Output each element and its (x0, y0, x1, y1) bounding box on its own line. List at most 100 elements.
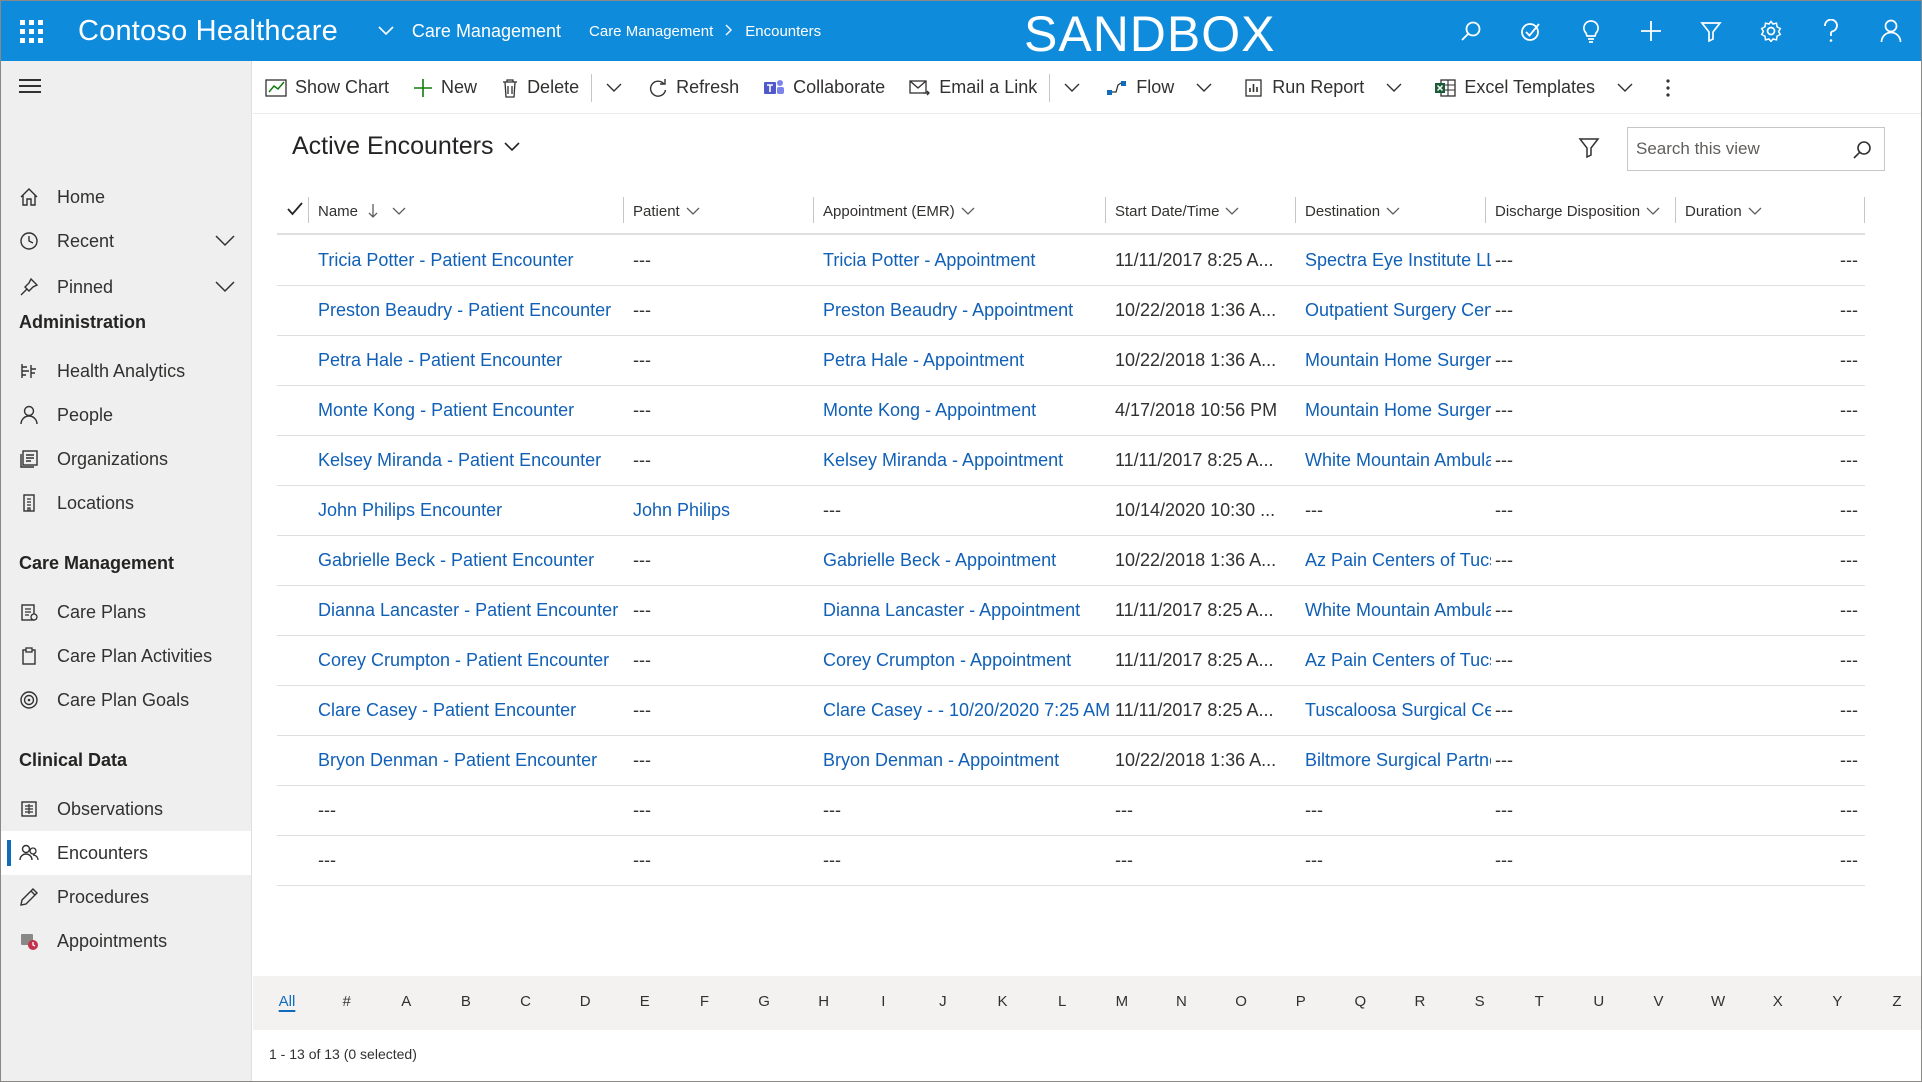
sidebar-item-recent[interactable]: Recent (1, 219, 251, 263)
cell-name[interactable]: Bryon Denman - Patient Encounter (318, 736, 618, 785)
jump-letter-h[interactable]: H (812, 993, 836, 1010)
jump-letter-j[interactable]: J (931, 993, 955, 1010)
table-row[interactable]: Clare Casey - Patient Encounter --- Clare … (277, 686, 1865, 736)
refresh-button[interactable]: Refresh (636, 62, 751, 114)
sidebar-item-procedures[interactable]: Procedures (1, 875, 251, 919)
jump-letter-w[interactable]: W (1706, 993, 1730, 1010)
sidebar-item-care-plan-activities[interactable]: Care Plan Activities (1, 634, 251, 678)
cell-name[interactable]: John Philips Encounter (318, 486, 618, 535)
cell-appointment[interactable]: Clare Casey - - 10/20/2020 7:25 AM (823, 686, 1111, 735)
more-email-options-chevron-icon[interactable] (1050, 62, 1094, 114)
jump-letter-number[interactable]: # (335, 993, 359, 1010)
jump-letter-s[interactable]: S (1468, 993, 1492, 1010)
jump-letter-m[interactable]: M (1110, 993, 1134, 1010)
column-header-start-date[interactable]: Start Date/Time (1115, 189, 1239, 233)
lightbulb-icon[interactable] (1561, 1, 1621, 61)
column-header-patient[interactable]: Patient (633, 189, 700, 233)
task-icon[interactable] (1501, 1, 1561, 61)
jump-letter-all[interactable]: All (275, 993, 299, 1010)
cell-destination[interactable]: Tuscaloosa Surgical Center (1305, 686, 1491, 735)
cell-appointment[interactable]: Preston Beaudry - Appointment (823, 286, 1111, 335)
column-header-destination[interactable]: Destination (1305, 189, 1400, 233)
table-row[interactable]: Dianna Lancaster - Patient Encounter --- D… (277, 586, 1865, 636)
cell-name[interactable]: Dianna Lancaster - Patient Encounter (318, 586, 618, 635)
plus-icon[interactable] (1621, 1, 1681, 61)
edit-filters-button[interactable] (1578, 136, 1600, 163)
jump-letter-y[interactable]: Y (1825, 993, 1849, 1010)
cell-name[interactable]: Gabrielle Beck - Patient Encounter (318, 536, 618, 585)
table-row[interactable]: Preston Beaudry - Patient Encounter --- Pr… (277, 286, 1865, 336)
cell-destination[interactable]: White Mountain Ambulatory (1305, 436, 1491, 485)
more-commands-button[interactable] (1653, 62, 1691, 114)
area-name[interactable]: Care Management (412, 21, 561, 42)
table-row[interactable]: --- --- --- --- --- --- --- (277, 836, 1865, 886)
jump-letter-x[interactable]: X (1766, 993, 1790, 1010)
cell-appointment[interactable]: Gabrielle Beck - Appointment (823, 536, 1111, 585)
run-report-button[interactable]: Run Report (1232, 62, 1422, 114)
sidebar-item-care-plans[interactable]: Care Plans (1, 590, 251, 634)
search-icon[interactable] (1441, 1, 1501, 61)
sidebar-item-organizations[interactable]: Organizations (1, 437, 251, 481)
jump-letter-d[interactable]: D (573, 993, 597, 1010)
sidebar-item-health-analytics[interactable]: Health Analytics (1, 349, 251, 393)
cell-name[interactable]: Clare Casey - Patient Encounter (318, 686, 618, 735)
cell-destination[interactable]: White Mountain Ambulatory (1305, 586, 1491, 635)
cell-name[interactable]: Kelsey Miranda - Patient Encounter (318, 436, 618, 485)
cell-appointment[interactable]: Petra Hale - Appointment (823, 336, 1111, 385)
jump-letter-q[interactable]: Q (1348, 993, 1372, 1010)
excel-templates-button[interactable]: Excel Templates (1422, 62, 1653, 114)
table-row[interactable]: Tricia Potter - Patient Encounter --- Tric… (277, 236, 1865, 286)
user-icon[interactable] (1861, 1, 1921, 61)
jump-letter-g[interactable]: G (752, 993, 776, 1010)
sidebar-item-pinned[interactable]: Pinned (1, 265, 251, 309)
app-launcher-button[interactable] (1, 1, 61, 61)
cell-name[interactable]: Preston Beaudry - Patient Encounter (318, 286, 618, 335)
column-header-discharge-disposition[interactable]: Discharge Disposition (1495, 189, 1660, 233)
jump-letter-t[interactable]: T (1527, 993, 1551, 1010)
cell-destination[interactable]: Biltmore Surgical Partners (1305, 736, 1491, 785)
more-delete-options-chevron-icon[interactable] (592, 62, 636, 114)
column-header-name[interactable]: Name (318, 189, 406, 233)
jump-letter-f[interactable]: F (692, 993, 716, 1010)
cell-destination[interactable]: Az Pain Centers of Tucson (1305, 636, 1491, 685)
jump-letter-b[interactable]: B (454, 993, 478, 1010)
cell-patient[interactable]: John Philips (633, 486, 818, 535)
cell-appointment[interactable]: Bryon Denman - Appointment (823, 736, 1111, 785)
cell-name[interactable]: Corey Crumpton - Patient Encounter (318, 636, 618, 685)
cell-appointment[interactable]: Monte Kong - Appointment (823, 386, 1111, 435)
cell-appointment[interactable]: Corey Crumpton - Appointment (823, 636, 1111, 685)
cell-appointment[interactable]: Tricia Potter - Appointment (823, 236, 1111, 285)
breadcrumb-encounters[interactable]: Encounters (745, 23, 821, 40)
table-row[interactable]: Gabrielle Beck - Patient Encounter --- Gab… (277, 536, 1865, 586)
table-row[interactable]: Monte Kong - Patient Encounter --- Monte K… (277, 386, 1865, 436)
table-row[interactable]: Petra Hale - Patient Encounter --- Petra H… (277, 336, 1865, 386)
flow-button[interactable]: Flow (1094, 62, 1232, 114)
cell-destination[interactable]: Outpatient Surgery Center (1305, 286, 1491, 335)
cell-destination[interactable]: Spectra Eye Institute LLC (1305, 236, 1491, 285)
column-header-duration[interactable]: Duration (1685, 189, 1762, 233)
table-row[interactable]: --- --- --- --- --- --- --- (277, 786, 1865, 836)
jump-letter-z[interactable]: Z (1885, 993, 1909, 1010)
table-row[interactable]: Bryon Denman - Patient Encounter --- Bryon… (277, 736, 1865, 786)
filter-icon[interactable] (1681, 1, 1741, 61)
table-row[interactable]: Kelsey Miranda - Patient Encounter --- Kel… (277, 436, 1865, 486)
cell-name[interactable]: Petra Hale - Patient Encounter (318, 336, 618, 385)
table-row[interactable]: Corey Crumpton - Patient Encounter --- Cor… (277, 636, 1865, 686)
sidebar-item-locations[interactable]: Locations (1, 481, 251, 525)
jump-letter-o[interactable]: O (1229, 993, 1253, 1010)
chevron-down-icon[interactable] (215, 231, 235, 252)
sidebar-item-care-plan-goals[interactable]: Care Plan Goals (1, 678, 251, 722)
sidebar-item-encounters[interactable]: Encounters (1, 831, 251, 875)
cell-destination[interactable]: Az Pain Centers of Tucson (1305, 536, 1491, 585)
sidebar-item-appointments[interactable]: Appointments (1, 919, 251, 963)
jump-letter-r[interactable]: R (1408, 993, 1432, 1010)
cell-appointment[interactable]: Kelsey Miranda - Appointment (823, 436, 1111, 485)
email-link-button[interactable]: Email a Link (897, 62, 1049, 114)
breadcrumb-care-management[interactable]: Care Management (589, 23, 713, 40)
select-all-checkbox[interactable] (287, 202, 303, 220)
jump-letter-u[interactable]: U (1587, 993, 1611, 1010)
cell-destination[interactable]: Mountain Home Surgery (1305, 336, 1491, 385)
column-header-appointment[interactable]: Appointment (EMR) (823, 189, 975, 233)
jump-letter-e[interactable]: E (633, 993, 657, 1010)
jump-letter-l[interactable]: L (1050, 993, 1074, 1010)
